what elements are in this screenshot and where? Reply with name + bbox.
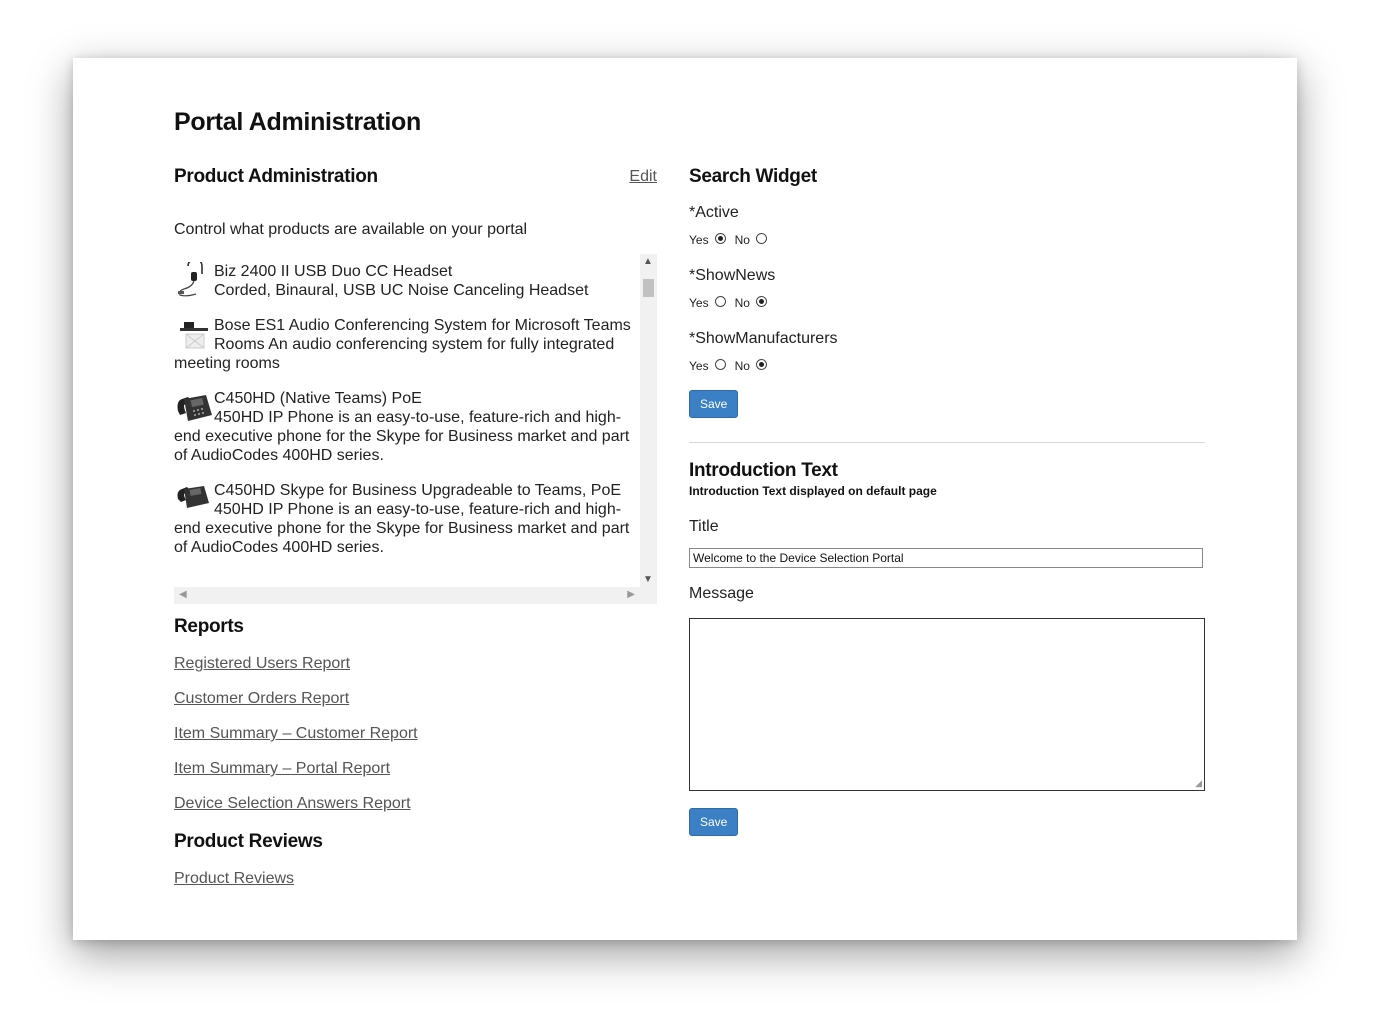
active-radio-group: Yes No <box>689 232 1205 247</box>
introduction-subheading: Introduction Text displayed on default p… <box>689 484 937 498</box>
product-name: C450HD Skype for Business Upgradeable to… <box>214 482 622 499</box>
showmanufacturers-radio-group: Yes No <box>689 358 1205 373</box>
item-summary-portal-report-link[interactable]: Item Summary – Portal Report <box>174 760 657 778</box>
product-description: 450HD IP Phone is an easy-to-use, featur… <box>174 501 630 556</box>
yes-label: Yes <box>689 359 709 373</box>
conference-system-icon <box>174 316 214 354</box>
title-input[interactable] <box>689 548 1203 568</box>
admin-card: Portal Administration Product Administra… <box>73 58 1297 940</box>
edit-link[interactable]: Edit <box>629 168 657 186</box>
search-widget-save-button[interactable]: Save <box>689 390 739 418</box>
shownews-yes-radio[interactable] <box>714 295 726 307</box>
left-column: Product Administration Edit Control what… <box>174 166 657 887</box>
product-item: C450HD (Native Teams) PoE 450HD IP Phone… <box>174 389 640 465</box>
registered-users-report-link[interactable]: Registered Users Report <box>174 655 657 673</box>
product-item: C450HD Skype for Business Upgradeable to… <box>174 481 640 557</box>
reports-heading: Reports <box>174 616 244 637</box>
search-widget-heading: Search Widget <box>689 166 817 187</box>
headset-icon <box>174 258 214 300</box>
product-description: Corded, Binaural, USB UC Noise Canceling… <box>214 282 589 299</box>
scrollbar-thumb[interactable] <box>643 279 654 297</box>
active-field: *Active Yes No <box>689 204 1205 247</box>
yes-label: Yes <box>689 233 709 247</box>
horizontal-scrollbar[interactable]: ◀ ▶ <box>174 587 640 604</box>
product-item: Bose ES1 Audio Conferencing System for M… <box>174 316 640 373</box>
product-name: Biz 2400 II USB Duo CC Headset <box>214 263 453 280</box>
resize-grip-icon[interactable]: ◢ <box>1195 778 1202 789</box>
scrollbar-corner <box>640 587 657 604</box>
message-label: Message <box>689 585 754 602</box>
shownews-no-radio[interactable] <box>755 295 767 307</box>
showmanufacturers-field: *ShowManufacturers Yes No <box>689 330 1205 373</box>
showmanufacturers-yes-radio[interactable] <box>714 358 726 370</box>
scroll-down-icon[interactable]: ▼ <box>643 574 653 585</box>
active-no-radio[interactable] <box>755 232 767 244</box>
message-textarea[interactable]: ◢ <box>689 618 1205 791</box>
product-reviews-link[interactable]: Product Reviews <box>174 870 657 888</box>
section-divider <box>689 442 1205 443</box>
active-label: *Active <box>689 204 739 221</box>
no-label: No <box>734 296 750 310</box>
scroll-left-icon[interactable]: ◀ <box>179 589 187 600</box>
page-title: Portal Administration <box>174 108 421 136</box>
product-item: Biz 2400 II USB Duo CC Headset Corded, B… <box>174 258 640 300</box>
shownews-label: *ShowNews <box>689 267 776 284</box>
title-label: Title <box>689 518 719 535</box>
item-summary-customer-report-link[interactable]: Item Summary – Customer Report <box>174 725 657 743</box>
desk-phone-icon <box>174 481 214 519</box>
product-reviews-heading: Product Reviews <box>174 831 323 852</box>
scroll-right-icon[interactable]: ▶ <box>627 589 635 600</box>
scroll-up-icon[interactable]: ▲ <box>643 256 653 267</box>
product-list: Biz 2400 II USB Duo CC Headset Corded, B… <box>174 254 640 587</box>
shownews-radio-group: Yes No <box>689 295 1205 310</box>
right-column: Search Widget *Active Yes No *ShowNews Y… <box>689 166 1205 836</box>
product-admin-description: Control what products are available on y… <box>174 221 528 238</box>
customer-orders-report-link[interactable]: Customer Orders Report <box>174 690 657 708</box>
product-description: 450HD IP Phone is an easy-to-use, featur… <box>174 409 630 464</box>
reports-section: Reports Registered Users Report Customer… <box>174 616 657 888</box>
product-list-box[interactable]: Biz 2400 II USB Duo CC Headset Corded, B… <box>174 254 657 604</box>
vertical-scrollbar[interactable]: ▲ ▼ <box>640 254 657 587</box>
shownews-field: *ShowNews Yes No <box>689 267 1205 310</box>
desk-phone-icon <box>174 389 214 427</box>
showmanufacturers-label: *ShowManufacturers <box>689 330 838 347</box>
product-name: C450HD (Native Teams) PoE <box>214 390 422 407</box>
showmanufacturers-no-radio[interactable] <box>755 358 767 370</box>
yes-label: Yes <box>689 296 709 310</box>
introduction-heading: Introduction Text <box>689 460 838 481</box>
introduction-save-button[interactable]: Save <box>689 808 739 836</box>
active-yes-radio[interactable] <box>714 232 726 244</box>
no-label: No <box>734 233 750 247</box>
device-selection-answers-report-link[interactable]: Device Selection Answers Report <box>174 795 657 813</box>
no-label: No <box>734 359 750 373</box>
product-admin-heading: Product Administration <box>174 166 378 187</box>
